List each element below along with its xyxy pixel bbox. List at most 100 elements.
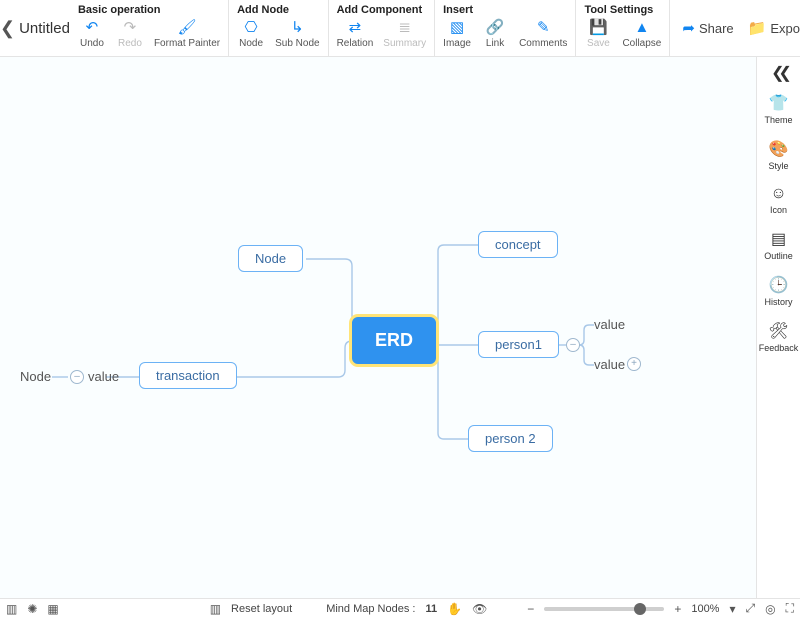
sub-node-button[interactable]: ↳ Sub Node bbox=[275, 18, 319, 49]
panel-item-history[interactable]: 🕒 History bbox=[759, 275, 799, 307]
save-icon: 💾 bbox=[589, 18, 607, 36]
nodes-count-label: Mind Map Nodes : bbox=[326, 603, 415, 615]
right-panel: ❮❮ 👕 Theme 🎨Style ☺Icon ▤ Outline 🕒 History 🛠 Fee… bbox=[756, 57, 800, 598]
comments-icon: ✎ bbox=[534, 18, 552, 36]
node-center-erd[interactable]: ERD bbox=[352, 317, 436, 364]
reset-layout-icon: ▥ bbox=[210, 602, 221, 616]
history-icon: 🕒 bbox=[769, 275, 789, 295]
zoom-slider-knob[interactable] bbox=[634, 603, 646, 615]
outline-icon: ▤ bbox=[771, 229, 786, 249]
layers-icon[interactable]: ▥ bbox=[6, 602, 17, 616]
share-label: Share bbox=[699, 21, 734, 36]
node-concept[interactable]: concept bbox=[478, 231, 558, 258]
collapse-toggle-icon[interactable]: – bbox=[70, 370, 84, 384]
leaf-value-2[interactable]: value bbox=[594, 357, 625, 372]
relation-label: Relation bbox=[337, 38, 374, 49]
ribbon-group-title: Add Node bbox=[237, 4, 319, 16]
undo-icon: ↶ bbox=[83, 18, 101, 36]
link-button[interactable]: 🔗Link bbox=[481, 18, 509, 49]
add-child-icon[interactable]: + bbox=[627, 357, 641, 371]
zoom-percent: 100% bbox=[691, 603, 719, 615]
export-icon: 📁 bbox=[748, 19, 767, 37]
share-icon: ➦ bbox=[682, 19, 695, 37]
eye-icon[interactable]: 👁 bbox=[472, 602, 487, 616]
panel-collapse-button[interactable]: ❮❮ bbox=[771, 63, 786, 83]
style-label: Style bbox=[768, 161, 788, 171]
panel-item-feedback[interactable]: 🛠 Feedback bbox=[759, 321, 799, 353]
nodes-count-value: 11 bbox=[425, 603, 437, 615]
panel-item-icon[interactable]: ☺Icon bbox=[759, 185, 799, 215]
feedback-label: Feedback bbox=[759, 343, 799, 353]
image-label: Image bbox=[443, 38, 471, 49]
leaf-node[interactable]: Node bbox=[20, 369, 51, 384]
ribbon-group-title: Basic operation bbox=[78, 4, 220, 16]
collapse-toggle-icon[interactable]: – bbox=[566, 338, 580, 352]
feedback-icon: 🛠 bbox=[768, 321, 788, 341]
zoom-in-button[interactable]: + bbox=[674, 602, 681, 616]
relation-icon: ⇄ bbox=[346, 18, 364, 36]
collapse-label: Collapse bbox=[622, 38, 661, 49]
link-icon: 🔗 bbox=[486, 18, 504, 36]
node-label: Node bbox=[239, 38, 263, 49]
panel-item-outline[interactable]: ▤ Outline bbox=[759, 229, 799, 261]
save-label: Save bbox=[587, 38, 610, 49]
outline-label: Outline bbox=[764, 251, 793, 261]
comments-label: Comments bbox=[519, 38, 567, 49]
diagram-canvas[interactable]: ERD Node transaction concept person1 per… bbox=[0, 57, 756, 598]
brightness-icon[interactable]: ✺ bbox=[27, 602, 37, 616]
document-title[interactable]: Untitled bbox=[15, 0, 70, 56]
format-painter-icon: 🖌 bbox=[178, 18, 196, 36]
undo-button[interactable]: ↶ Undo bbox=[78, 18, 106, 49]
ribbon-group-title: Tool Settings bbox=[584, 4, 661, 16]
reset-layout-button[interactable]: Reset layout bbox=[231, 603, 292, 615]
icon-label: Icon bbox=[770, 205, 787, 215]
leaf-value-1[interactable]: value bbox=[594, 317, 625, 332]
fullscreen-icon[interactable]: ⛶ bbox=[786, 601, 794, 616]
collapse-button[interactable]: ▲ Collapse bbox=[622, 18, 661, 49]
ribbon-group-add-node: Add Node ⎔ Node ↳ Sub Node bbox=[229, 0, 328, 56]
export-label: Export bbox=[770, 21, 800, 36]
collapse-icon: ▲ bbox=[633, 18, 651, 36]
summary-button: ≣ Summary bbox=[383, 18, 426, 49]
format-painter-label: Format Painter bbox=[154, 38, 220, 49]
zoom-out-button[interactable]: − bbox=[527, 602, 534, 616]
zoom-slider[interactable] bbox=[544, 607, 664, 611]
chevron-left-icon: ❮ bbox=[0, 18, 15, 39]
ribbon-group-title: Add Component bbox=[337, 4, 427, 16]
chevron-down-icon[interactable]: ▾ bbox=[729, 602, 735, 616]
redo-icon: ↷ bbox=[121, 18, 139, 36]
node-transaction[interactable]: transaction bbox=[139, 362, 237, 389]
ribbon-group-tool-settings: Tool Settings 💾 Save ▲ Collapse bbox=[576, 0, 669, 56]
node-person2[interactable]: person 2 bbox=[468, 425, 553, 452]
summary-label: Summary bbox=[383, 38, 426, 49]
history-label: History bbox=[764, 297, 792, 307]
fit-screen-icon[interactable]: ⤢ bbox=[746, 601, 756, 616]
redo-label: Redo bbox=[118, 38, 142, 49]
redo-button: ↷ Redo bbox=[116, 18, 144, 49]
export-button[interactable]: 📁Export bbox=[748, 19, 800, 37]
format-painter-button[interactable]: 🖌 Format Painter bbox=[154, 18, 220, 49]
theme-label: Theme bbox=[764, 115, 792, 125]
relation-button[interactable]: ⇄ Relation bbox=[337, 18, 374, 49]
theme-icon: 👕 bbox=[769, 93, 789, 113]
node-node[interactable]: Node bbox=[238, 245, 303, 272]
hand-tool-icon[interactable]: ✋ bbox=[447, 602, 462, 616]
sub-node-icon: ↳ bbox=[288, 18, 306, 36]
grid-icon[interactable]: ▦ bbox=[47, 602, 58, 616]
focus-icon[interactable]: ◎ bbox=[765, 602, 775, 616]
node-button[interactable]: ⎔ Node bbox=[237, 18, 265, 49]
node-icon: ⎔ bbox=[242, 18, 260, 36]
sub-node-label: Sub Node bbox=[275, 38, 319, 49]
panel-item-style[interactable]: 🎨Style bbox=[759, 139, 799, 171]
node-person1[interactable]: person1 bbox=[478, 331, 559, 358]
ribbon-group-basic-operation: Basic operation ↶ Undo ↷ Redo 🖌 Format Painter bbox=[70, 0, 229, 56]
image-button[interactable]: ▧Image bbox=[443, 18, 471, 49]
share-button[interactable]: ➦ Share bbox=[682, 19, 733, 37]
panel-item-theme[interactable]: 👕 Theme bbox=[759, 93, 799, 125]
comments-button[interactable]: ✎ Comments bbox=[519, 18, 567, 49]
status-bar: ▥ ✺ ▦ ▥ Reset layout Mind Map Nodes : 11… bbox=[0, 598, 800, 618]
summary-icon: ≣ bbox=[396, 18, 414, 36]
undo-label: Undo bbox=[80, 38, 104, 49]
back-button[interactable]: ❮ bbox=[0, 0, 15, 56]
leaf-value-left[interactable]: value bbox=[88, 369, 119, 384]
